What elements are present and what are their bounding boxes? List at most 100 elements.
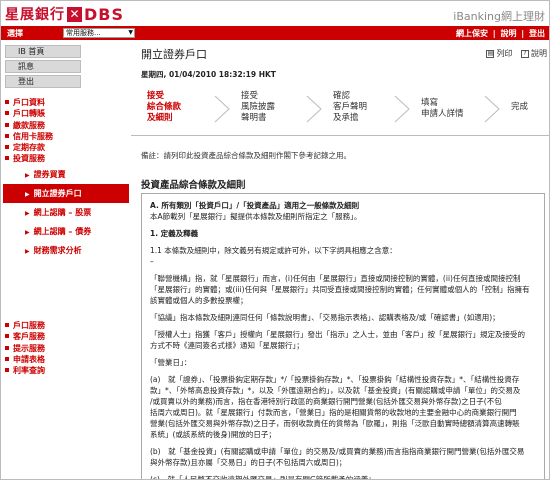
- dbs-logo[interactable]: 星展銀行 ✕ DBS: [5, 4, 124, 24]
- sidebar-nav: 戶口資料 戶口轉賬 繳款服務 信用卡服務 定期存款 投資服務 ▶ 證券買賣 ▶ 開立證券戶口 ▶ 網上…: [3, 97, 129, 260]
- logout-link[interactable]: 登出: [529, 29, 545, 38]
- terms-line: 款」*、「外幣高息投資存款」*，以及「外匯遠期合約」，以及就「基金投資」(有關認…: [150, 386, 521, 395]
- terms-line: (c) 就「人民幣不交收遠期外匯交易」則是有關G節所載予的涵義；: [150, 475, 376, 480]
- messages-link[interactable]: 訊息: [5, 60, 81, 73]
- select-label: 選擇: [7, 29, 23, 38]
- step-label: 接受: [241, 91, 259, 101]
- main-content: 開立證券戶口 ▤ 列印 ? 說明 星期四, 01/04/2010 18:32:19 …: [131, 40, 549, 480]
- sidebar-item[interactable]: ▶ 網上認購 – 股票: [3, 203, 129, 222]
- printer-icon: ▤: [486, 49, 495, 58]
- sidebar-item[interactable]: ▶ 網上認購 – 債券: [3, 222, 129, 241]
- separator: |: [521, 29, 525, 38]
- terms-line: 「聯營機構」指，就「星展銀行」而言，(i)任何由「星展銀行」直接或間接控制的實體…: [150, 274, 521, 283]
- sidebar-item-label: 客戶服務: [13, 332, 45, 342]
- step-label: 客戶聲明: [333, 102, 368, 112]
- divider: [131, 135, 549, 136]
- bullet-icon: [5, 122, 9, 127]
- logo-x-icon: ✕: [67, 6, 82, 22]
- terms-line: 「星展銀行」的實體；或(iii)任何與「星展銀行」共同受直接或間接控制的實體；任…: [150, 285, 530, 294]
- ib-home-link[interactable]: IB 首頁: [5, 45, 81, 58]
- bullet-icon: [5, 100, 9, 104]
- sidebar-item-label: 網上認購 – 股票: [33, 207, 92, 217]
- page-frame: 星展銀行 ✕ DBS iBanking網上理財 選擇 常用服務... ▼ 網上保…: [0, 0, 550, 480]
- arrow-right-icon: ▶: [25, 228, 30, 236]
- step-label: 申請人詳情: [421, 109, 464, 119]
- step-4: 填寫 申請人詳情: [421, 98, 464, 120]
- sidebar-item-label: 戶口轉賬: [13, 109, 45, 119]
- timestamp: 星期四, 01/04/2010 18:32:19 HKT: [141, 70, 276, 79]
- terms-line: –: [150, 257, 154, 266]
- step-label: 完成: [511, 102, 529, 112]
- terms-line: A. 所有類別「投資戶口」/「投資產品」適用之一般條款及細則: [150, 201, 360, 210]
- bullet-icon: [5, 111, 9, 116]
- terms-line: 本A節載列「星展銀行」擬提供本條款及細則所指定之「服務」。: [150, 212, 362, 221]
- sidebar-item[interactable]: 定期存款: [3, 142, 129, 153]
- sidebar-item-label: 定期存款: [13, 143, 45, 153]
- sidebar-item-label: 信用卡服務: [13, 131, 53, 141]
- terms-line: 該實體或個人的多數投票權；: [150, 296, 248, 305]
- terms-scroll-box[interactable]: A. 所有類別「投資戶口」/「投資產品」適用之一般條款及細則 本A節載列「星展銀行…: [141, 193, 545, 480]
- sidebar-item[interactable]: 提示服務: [3, 343, 129, 354]
- bullet-icon: [5, 368, 9, 373]
- logo-brand: DBS: [84, 4, 124, 24]
- bullet-icon: [5, 345, 9, 350]
- bullet-icon: [5, 334, 9, 339]
- sidebar-item[interactable]: 繳款服務: [3, 120, 129, 131]
- ib-logout-link[interactable]: 登出: [5, 75, 81, 88]
- sidebar-item[interactable]: 戶口轉賬: [3, 108, 129, 119]
- step-label: 確認: [333, 91, 351, 101]
- terms-line: /或買賣以外的業務)而言，指在香港特別行政區的商業銀行開門營業(包括外匯交易與外…: [150, 397, 502, 406]
- step-label: 風險披露: [241, 102, 276, 112]
- chevron-down-icon: ▼: [128, 29, 133, 36]
- progress-steps: 接受 綜合條款 及細則 接受 風險披露 聲明書 確認 客戶聲明 及承擔 填寫 申請人詳情 完成: [131, 88, 549, 132]
- sidebar-item[interactable]: 投資服務: [3, 153, 129, 164]
- separator: |: [492, 29, 496, 38]
- help-icon: ?: [521, 49, 529, 58]
- chevron-right-icon: [394, 95, 410, 123]
- bullet-icon: [5, 356, 9, 361]
- arrow-right-icon: ▶: [25, 171, 30, 179]
- sidebar-item[interactable]: 客戶服務: [3, 331, 129, 342]
- chevron-right-icon: [484, 95, 500, 123]
- step-label: 聲明書: [241, 113, 267, 123]
- terms-line: 營業(包括外匯交易與外幣存款)之日子，而例收款責任的貨幣為「歐羅」，則指「泛歐自…: [150, 419, 520, 428]
- sidebar-item[interactable]: 戶口服務: [3, 320, 129, 331]
- sidebar-item-label: 利率查詢: [13, 366, 45, 376]
- sidebar-item-label: 開立證券戶口: [33, 188, 82, 198]
- print-button[interactable]: ▤ 列印: [486, 49, 512, 58]
- sidebar-item[interactable]: 申請表格: [3, 354, 129, 365]
- page-title: 開立證券戶口: [141, 48, 207, 61]
- arrow-right-icon: ▶: [25, 190, 30, 198]
- sidebar-item[interactable]: 利率查詢: [3, 365, 129, 376]
- step-5: 完成: [511, 102, 528, 113]
- terms-line: 系統」(或該系統的後身)開放的日子；: [150, 430, 276, 439]
- sidebar-item[interactable]: ▶ 證券買賣: [3, 165, 129, 184]
- top-bar: 選擇 常用服務... ▼ 網上保安 | 說明 | 登出: [1, 26, 549, 40]
- header: 星展銀行 ✕ DBS iBanking網上理財: [1, 1, 549, 26]
- step-label: 接受: [147, 91, 165, 101]
- security-link[interactable]: 網上保安: [456, 29, 488, 38]
- ib-box: IB 首頁 訊息 登出: [5, 45, 81, 90]
- terms-line: 與外幣存款)且亦屬「交易日」的日子(不包括周六或周日)；: [150, 458, 347, 467]
- step-label: 及承擔: [333, 113, 359, 123]
- app-title: iBanking網上理財: [453, 10, 545, 23]
- step-label: 及細則: [147, 113, 173, 123]
- sidebar-item-label: 網上認購 – 債券: [33, 226, 92, 236]
- step-1: 接受 綜合條款 及細則: [147, 91, 181, 124]
- step-label: 填寫: [421, 98, 439, 108]
- terms-line: 1. 定義及釋義: [150, 229, 199, 238]
- sidebar-item[interactable]: ▶ 開立證券戶口: [3, 183, 129, 203]
- help-link[interactable]: 說明: [500, 29, 516, 38]
- sidebar-item-label: 證券買賣: [33, 169, 66, 179]
- sidebar-item-label: 繳款服務: [13, 120, 45, 130]
- sidebar-item[interactable]: ▶ 財務需求分析: [3, 241, 129, 260]
- arrow-right-icon: ▶: [25, 247, 30, 255]
- sidebar-item[interactable]: 戶口資料: [3, 97, 129, 108]
- bullet-icon: [5, 156, 9, 161]
- arrow-right-icon: ▶: [25, 209, 30, 217]
- sidebar-item[interactable]: 信用卡服務: [3, 131, 129, 142]
- section-title: 投資產品綜合條款及細則: [141, 180, 246, 191]
- sidebar-item-label: 戶口服務: [13, 321, 45, 330]
- service-select[interactable]: 常用服務... ▼: [63, 28, 135, 38]
- help-button[interactable]: ? 說明: [521, 49, 547, 58]
